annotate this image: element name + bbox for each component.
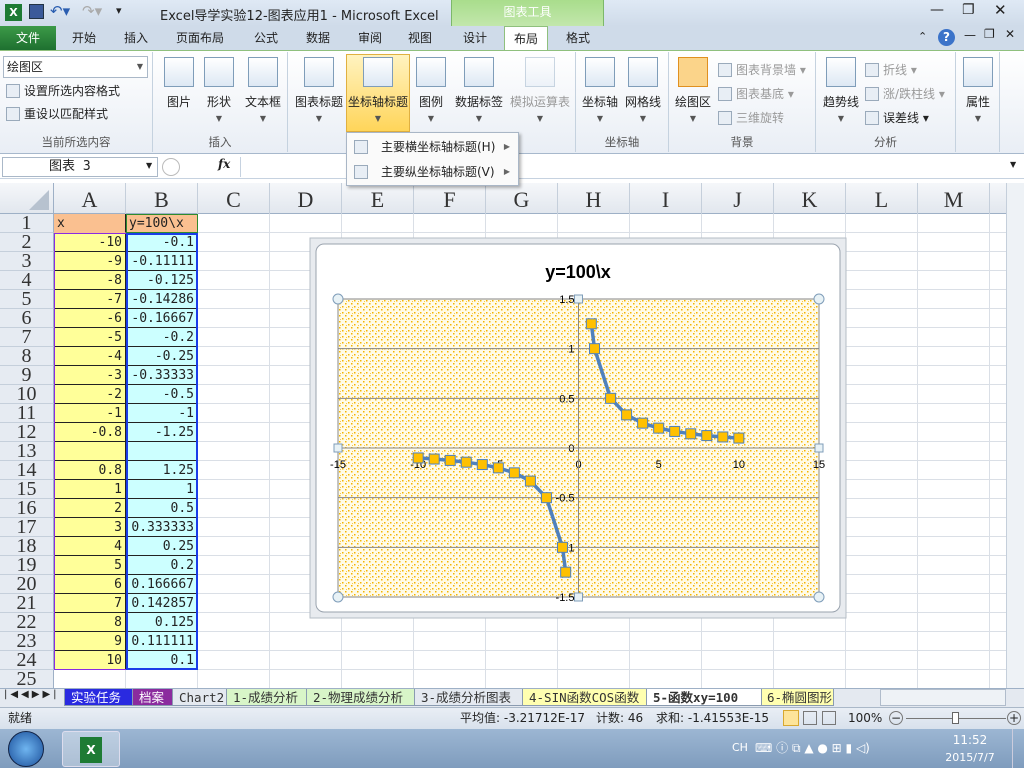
data-point [428,453,440,465]
sheet-tab[interactable]: 实验任务 [64,689,134,706]
tray-icons[interactable]: ⌨ ⓘ ⧉ ▲ ● ⊞ ▮ ◁) [755,739,870,756]
resize-handle [333,443,343,453]
start-button[interactable] [8,731,44,767]
x-tick-label: 10 [733,459,745,471]
resize-handle [332,293,344,305]
data-point [701,430,713,442]
data-point [733,432,745,444]
zoom-out-button[interactable]: − [889,711,903,725]
data-point [556,541,568,553]
sheet-tab[interactable]: 5-函数xy=100 [646,689,762,706]
sheet-tab[interactable]: Chart2 [172,689,228,706]
data-point [508,467,520,479]
y-tick-label: 0.5 [559,393,574,405]
menu-item-primary-vertical-axis-title[interactable]: 主要纵坐标轴标题(V) ▶ [347,160,518,184]
data-point [589,343,601,355]
data-point [637,417,649,429]
zoom-slider-thumb[interactable] [952,712,959,724]
chart-title[interactable]: y=100\x [545,262,611,282]
menu-item-primary-horizontal-axis-title[interactable]: 主要横坐标轴标题(H) ▶ [347,135,518,159]
vertical-axis-title-icon [354,165,368,179]
data-point [476,459,488,471]
data-point [412,452,424,464]
status-sum: 求和: -1.41553E-15 [656,711,769,725]
horizontal-axis-title-icon [354,140,368,154]
resize-handle [574,294,583,304]
sheet-tab[interactable]: 4-SIN函数COS函数 [522,689,648,706]
excel-icon: X [80,737,102,763]
y-tick-label: 1 [568,344,574,356]
x-tick-label: -15 [330,459,346,471]
data-point [444,454,456,466]
x-tick-label: 5 [656,459,662,471]
sheet-nav-buttons[interactable]: |◀◀▶▶| [4,689,60,700]
show-desktop-button[interactable] [1012,729,1024,768]
sheet-tab[interactable]: 2-物理成绩分析 [306,689,416,706]
sheet-tab[interactable]: 3-成绩分析图表 [414,689,524,706]
resize-handle [814,443,824,453]
taskbar-excel-button[interactable]: X [62,731,120,767]
data-point [460,456,472,468]
page-break-view-icon[interactable] [822,711,836,725]
horizontal-scrollbar[interactable] [880,689,1006,706]
data-point [669,425,681,437]
data-point [540,492,552,504]
data-point [492,462,504,474]
sheet-tab[interactable]: 1-成绩分析 [226,689,308,706]
resize-handle [574,592,583,602]
submenu-arrow-icon: ▶ [503,167,510,176]
data-point [621,409,633,421]
data-point [605,392,617,404]
resize-handle [813,293,825,305]
resize-handle [332,591,344,603]
data-point [653,422,665,434]
zoom-level[interactable]: 100% [848,708,882,729]
clock-time[interactable]: 11:52 [940,733,1000,747]
data-point [585,318,597,330]
chart[interactable]: y=100\x 1.510.50-0.5-1-1.5-15-10-5051015 [0,0,1024,768]
y-tick-label: 1.5 [559,294,574,306]
y-tick-label: -1.5 [556,592,575,604]
status-ready: 就绪 [8,711,33,725]
taskbar [0,729,1024,768]
clock-date[interactable]: 2015/7/7 [940,751,1000,764]
y-tick-label: 0 [568,443,574,455]
status-bar: 就绪 平均值: -3.21712E-17 计数: 46 求和: -1.41553… [0,707,1024,729]
status-count: 计数: 46 [596,711,644,725]
zoom-in-button[interactable]: + [1007,711,1021,725]
menu-item-label: 主要纵坐标轴标题(V) [381,165,495,179]
axis-titles-menu: 主要横坐标轴标题(H) ▶ 主要纵坐标轴标题(V) ▶ [346,132,519,186]
menu-item-label: 主要横坐标轴标题(H) [381,140,496,154]
data-point [560,566,572,578]
sheet-tab[interactable]: 档案 [132,689,174,706]
data-point [685,428,697,440]
submenu-arrow-icon: ▶ [503,142,510,151]
status-average: 平均值: -3.21712E-17 [460,711,585,725]
page-layout-view-icon[interactable] [803,711,817,725]
data-point [524,475,536,487]
y-tick-label: -0.5 [556,493,575,505]
sheet-tab[interactable]: 6-椭圆图形 [760,689,834,706]
data-point [717,431,729,443]
input-language[interactable]: CH [732,741,748,754]
x-tick-label: 15 [813,459,825,471]
normal-view-icon[interactable] [783,710,799,726]
resize-handle [813,591,825,603]
